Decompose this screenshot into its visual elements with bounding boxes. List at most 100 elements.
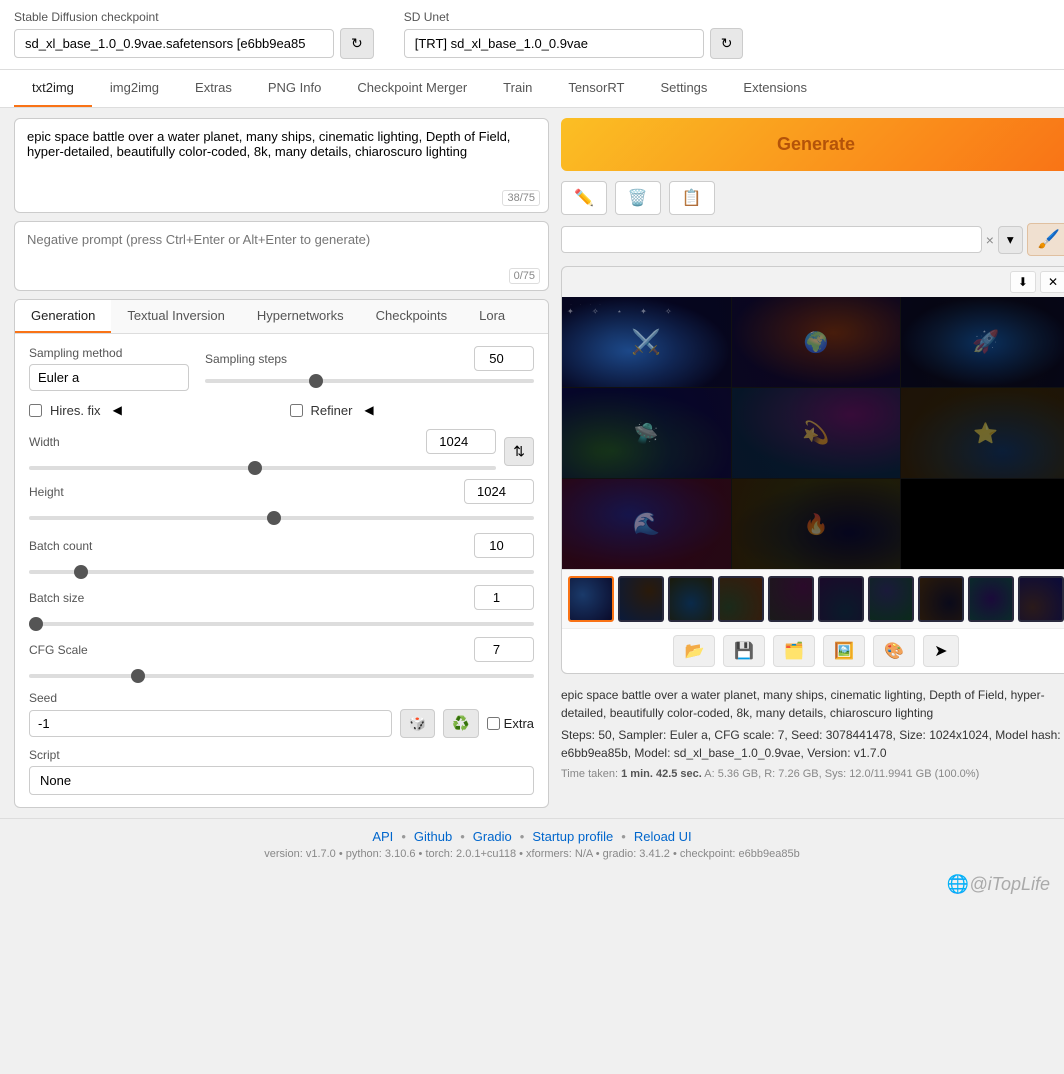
clipboard-button[interactable]: 📋 — [669, 181, 715, 215]
trash-button[interactable]: 🗑️ — [615, 181, 661, 215]
tab-settings[interactable]: Settings — [642, 70, 725, 107]
download-button[interactable]: ⬇ — [1010, 271, 1036, 293]
send-img2img-button[interactable]: 🖼️ — [823, 635, 865, 667]
refiner-checkbox[interactable] — [290, 404, 303, 417]
thumbnail-4[interactable] — [718, 576, 764, 622]
width-slider[interactable] — [29, 466, 496, 470]
unet-section: SD Unet [TRT] sd_xl_base_1.0_0.9vae ↻ — [404, 10, 744, 59]
grid-cell-4[interactable]: 🛸 — [562, 388, 731, 478]
height-slider[interactable] — [29, 516, 534, 520]
width-label: Width — [29, 435, 89, 449]
thumbnail-2[interactable] — [618, 576, 664, 622]
close-image-button[interactable]: ✕ — [1040, 271, 1064, 293]
thumbnail-9[interactable] — [968, 576, 1014, 622]
grid-cell-7[interactable]: 🌊 — [562, 479, 731, 569]
seed-random-button[interactable]: 🎲 — [400, 709, 435, 738]
open-folder-button[interactable]: 📂 — [673, 635, 715, 667]
checkpoint-select[interactable]: sd_xl_base_1.0_0.9vae.safetensors [e6bb9… — [14, 29, 334, 58]
batch-size-label: Batch size — [29, 591, 139, 605]
footer-startup-profile-link[interactable]: Startup profile — [532, 829, 613, 844]
send-extras-button[interactable]: 🎨 — [873, 635, 915, 667]
batch-size-input[interactable] — [474, 585, 534, 610]
watermark-text: @iTopLife — [969, 874, 1050, 895]
seed-input[interactable] — [29, 710, 392, 737]
unet-refresh-button[interactable]: ↻ — [710, 28, 744, 59]
extra-checkbox-label: Extra — [487, 716, 534, 731]
footer-reload-ui-link[interactable]: Reload UI — [634, 829, 692, 844]
sub-tab-checkpoints[interactable]: Checkpoints — [360, 300, 464, 333]
action-buttons-row: ✏️ 🗑️ 📋 — [561, 181, 1064, 215]
thumbnail-10[interactable] — [1018, 576, 1064, 622]
sub-tab-generation[interactable]: Generation — [15, 300, 111, 333]
grid-cell-5[interactable]: 💫 — [732, 388, 901, 478]
hires-fix-checkbox[interactable] — [29, 404, 42, 417]
batch-count-input[interactable] — [474, 533, 534, 558]
grid-cell-1[interactable]: ⚔️ · · · · — [562, 297, 731, 387]
swap-dimensions-button[interactable]: ⇅ — [504, 437, 534, 466]
style-clear-button[interactable]: × — [986, 232, 994, 248]
style-apply-button[interactable]: 🖌️ — [1027, 223, 1064, 256]
thumbnail-5[interactable] — [768, 576, 814, 622]
footer-gradio-link[interactable]: Gradio — [473, 829, 512, 844]
checkpoint-refresh-button[interactable]: ↻ — [340, 28, 374, 59]
tab-extras[interactable]: Extras — [177, 70, 250, 107]
positive-token-count: 38/75 — [502, 190, 540, 206]
footer-api-link[interactable]: API — [372, 829, 393, 844]
height-input[interactable] — [464, 479, 534, 504]
batch-size-slider[interactable] — [29, 622, 534, 626]
negative-prompt-input[interactable] — [15, 222, 548, 287]
seed-recycle-button[interactable]: ♻️ — [443, 709, 478, 738]
negative-prompt-box: 0/75 — [14, 221, 549, 291]
sampling-steps-slider[interactable] — [205, 379, 534, 383]
thumbnail-8[interactable] — [918, 576, 964, 622]
footer-github-link[interactable]: Github — [414, 829, 452, 844]
grid-cell-2[interactable]: 🌍 — [732, 297, 901, 387]
sampling-steps-group: Sampling steps — [205, 346, 534, 386]
sampling-steps-input[interactable] — [474, 346, 534, 371]
width-input[interactable] — [426, 429, 496, 454]
grid-cell-3[interactable]: 🚀 — [901, 297, 1064, 387]
save-copy-button[interactable]: 🗂️ — [773, 635, 815, 667]
watermark-icon: 🌐 — [947, 874, 969, 895]
pencil-button[interactable]: ✏️ — [561, 181, 607, 215]
cfg-scale-group: CFG Scale — [29, 637, 534, 681]
thumbnail-7[interactable] — [868, 576, 914, 622]
hires-fix-row: Hires. fix ◀ — [29, 401, 274, 419]
checkpoint-label: Stable Diffusion checkpoint — [14, 10, 374, 24]
tab-png-info[interactable]: PNG Info — [250, 70, 339, 107]
thumbnail-1[interactable] — [568, 576, 614, 622]
batch-count-slider[interactable] — [29, 570, 534, 574]
sub-tab-lora[interactable]: Lora — [463, 300, 521, 333]
grid-cell-6[interactable]: ⭐ — [901, 388, 1064, 478]
style-dropdown-button[interactable]: ▾ — [998, 226, 1023, 254]
script-select[interactable]: None — [29, 766, 534, 795]
tab-tensorrt[interactable]: TensorRT — [550, 70, 642, 107]
tab-checkpoint-merger[interactable]: Checkpoint Merger — [339, 70, 485, 107]
tab-extensions[interactable]: Extensions — [725, 70, 825, 107]
script-group: Script None — [29, 748, 534, 795]
sampling-method-select[interactable]: Euler a — [29, 364, 189, 391]
save-button[interactable]: 💾 — [723, 635, 765, 667]
send-right-button[interactable]: ➤ — [923, 635, 958, 667]
sampling-method-group: Sampling method Euler a — [29, 346, 189, 391]
generate-button[interactable]: Generate — [561, 118, 1064, 171]
tab-train[interactable]: Train — [485, 70, 550, 107]
thumbnail-3[interactable] — [668, 576, 714, 622]
positive-prompt-input[interactable] — [15, 119, 548, 209]
refiner-collapse-button[interactable]: ◀ — [360, 401, 377, 419]
sub-tabs-bar: Generation Textual Inversion Hypernetwor… — [15, 300, 548, 334]
unet-select[interactable]: [TRT] sd_xl_base_1.0_0.9vae — [404, 29, 704, 58]
extra-checkbox[interactable] — [487, 717, 500, 730]
tab-img2img[interactable]: img2img — [92, 70, 177, 107]
thumbnail-6[interactable] — [818, 576, 864, 622]
grid-cell-8[interactable]: 🔥 — [732, 479, 901, 569]
style-search-input[interactable] — [561, 226, 982, 253]
script-label: Script — [29, 748, 534, 762]
cfg-scale-slider[interactable] — [29, 674, 534, 678]
cfg-scale-input[interactable] — [474, 637, 534, 662]
hires-fix-collapse-button[interactable]: ◀ — [109, 401, 126, 419]
sub-tab-textual-inversion[interactable]: Textual Inversion — [111, 300, 241, 333]
unet-label: SD Unet — [404, 10, 744, 24]
tab-txt2img[interactable]: txt2img — [14, 70, 92, 107]
sub-tab-hypernetworks[interactable]: Hypernetworks — [241, 300, 360, 333]
